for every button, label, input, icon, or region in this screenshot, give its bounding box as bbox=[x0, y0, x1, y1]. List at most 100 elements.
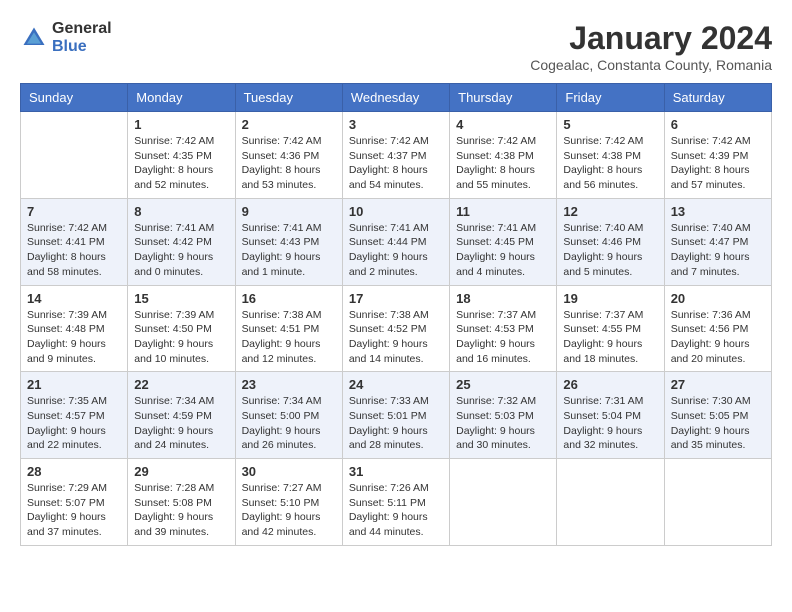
week-row-3: 14 Sunrise: 7:39 AMSunset: 4:48 PMDayligh… bbox=[21, 285, 772, 372]
day-detail: Sunrise: 7:38 AMSunset: 4:51 PMDaylight:… bbox=[242, 308, 336, 367]
day-detail: Sunrise: 7:42 AMSunset: 4:38 PMDaylight:… bbox=[563, 134, 657, 193]
day-cell: 29Sunrise: 7:28 AMSunset: 5:08 PMDayligh… bbox=[128, 459, 235, 546]
location-subtitle: Cogealac, Constanta County, Romania bbox=[530, 57, 772, 73]
day-cell: 17Sunrise: 7:38 AMSunset: 4:52 PMDayligh… bbox=[342, 285, 449, 372]
logo-icon bbox=[20, 24, 48, 52]
day-detail: Sunrise: 7:41 AMSunset: 4:43 PMDaylight:… bbox=[242, 221, 336, 280]
day-detail: Sunrise: 7:36 AMSunset: 4:56 PMDaylight:… bbox=[671, 308, 765, 367]
day-detail: Sunrise: 7:42 AMSunset: 4:38 PMDaylight:… bbox=[456, 134, 550, 193]
day-cell: 4 Sunrise: 7:42 AMSunset: 4:38 PMDaylight… bbox=[450, 112, 557, 199]
day-cell: 1 Sunrise: 7:42 AMSunset: 4:35 PMDaylight… bbox=[128, 112, 235, 199]
day-cell: 25Sunrise: 7:32 AMSunset: 5:03 PMDayligh… bbox=[450, 372, 557, 459]
day-cell: 5 Sunrise: 7:42 AMSunset: 4:38 PMDaylight… bbox=[557, 112, 664, 199]
day-cell: 2 Sunrise: 7:42 AMSunset: 4:36 PMDaylight… bbox=[235, 112, 342, 199]
day-cell: 13 Sunrise: 7:40 AMSunset: 4:47 PMDayligh… bbox=[664, 198, 771, 285]
day-cell: 8 Sunrise: 7:41 AMSunset: 4:42 PMDaylight… bbox=[128, 198, 235, 285]
day-cell: 20 Sunrise: 7:36 AMSunset: 4:56 PMDayligh… bbox=[664, 285, 771, 372]
day-cell: 14 Sunrise: 7:39 AMSunset: 4:48 PMDayligh… bbox=[21, 285, 128, 372]
day-number: 6 bbox=[671, 117, 765, 132]
title-area: January 2024 Cogealac, Constanta County,… bbox=[530, 20, 772, 73]
col-saturday: Saturday bbox=[664, 84, 771, 112]
day-detail: Sunrise: 7:42 AMSunset: 4:39 PMDaylight:… bbox=[671, 134, 765, 193]
day-detail: Sunrise: 7:34 AMSunset: 4:59 PMDaylight:… bbox=[134, 394, 228, 453]
day-number: 26 bbox=[563, 377, 657, 392]
day-number: 28 bbox=[27, 464, 121, 479]
day-number: 2 bbox=[242, 117, 336, 132]
day-detail: Sunrise: 7:37 AMSunset: 4:55 PMDaylight:… bbox=[563, 308, 657, 367]
day-cell: 6 Sunrise: 7:42 AMSunset: 4:39 PMDaylight… bbox=[664, 112, 771, 199]
day-cell bbox=[557, 459, 664, 546]
day-detail: Sunrise: 7:26 AMSunset: 5:11 PMDaylight:… bbox=[349, 481, 443, 540]
day-detail: Sunrise: 7:28 AMSunset: 5:08 PMDaylight:… bbox=[134, 481, 228, 540]
day-detail: Sunrise: 7:39 AMSunset: 4:50 PMDaylight:… bbox=[134, 308, 228, 367]
day-cell bbox=[21, 112, 128, 199]
day-number: 22 bbox=[134, 377, 228, 392]
day-detail: Sunrise: 7:42 AMSunset: 4:37 PMDaylight:… bbox=[349, 134, 443, 193]
day-number: 17 bbox=[349, 291, 443, 306]
calendar-table: Sunday Monday Tuesday Wednesday Thursday… bbox=[20, 83, 772, 546]
col-thursday: Thursday bbox=[450, 84, 557, 112]
calendar-header-row: Sunday Monday Tuesday Wednesday Thursday… bbox=[21, 84, 772, 112]
day-number: 3 bbox=[349, 117, 443, 132]
logo-text: General Blue bbox=[52, 20, 112, 56]
day-number: 14 bbox=[27, 291, 121, 306]
day-number: 4 bbox=[456, 117, 550, 132]
col-monday: Monday bbox=[128, 84, 235, 112]
day-cell: 30 Sunrise: 7:27 AMSunset: 5:10 PMDayligh… bbox=[235, 459, 342, 546]
day-cell: 11 Sunrise: 7:41 AMSunset: 4:45 PMDayligh… bbox=[450, 198, 557, 285]
day-cell: 15Sunrise: 7:39 AMSunset: 4:50 PMDayligh… bbox=[128, 285, 235, 372]
day-detail: Sunrise: 7:29 AMSunset: 5:07 PMDaylight:… bbox=[27, 481, 121, 540]
week-row-2: 7 Sunrise: 7:42 AMSunset: 4:41 PMDaylight… bbox=[21, 198, 772, 285]
day-cell: 9Sunrise: 7:41 AMSunset: 4:43 PMDaylight… bbox=[235, 198, 342, 285]
day-number: 30 bbox=[242, 464, 336, 479]
day-detail: Sunrise: 7:40 AMSunset: 4:47 PMDaylight:… bbox=[671, 221, 765, 280]
day-cell: 3 Sunrise: 7:42 AMSunset: 4:37 PMDaylight… bbox=[342, 112, 449, 199]
day-detail: Sunrise: 7:31 AMSunset: 5:04 PMDaylight:… bbox=[563, 394, 657, 453]
day-cell: 7 Sunrise: 7:42 AMSunset: 4:41 PMDaylight… bbox=[21, 198, 128, 285]
day-cell: 27 Sunrise: 7:30 AMSunset: 5:05 PMDayligh… bbox=[664, 372, 771, 459]
day-number: 16 bbox=[242, 291, 336, 306]
logo-blue: Blue bbox=[52, 38, 112, 56]
logo-general: General bbox=[52, 20, 112, 38]
day-number: 11 bbox=[456, 204, 550, 219]
day-detail: Sunrise: 7:42 AMSunset: 4:41 PMDaylight:… bbox=[27, 221, 121, 280]
day-detail: Sunrise: 7:39 AMSunset: 4:48 PMDaylight:… bbox=[27, 308, 121, 367]
col-sunday: Sunday bbox=[21, 84, 128, 112]
day-number: 13 bbox=[671, 204, 765, 219]
col-tuesday: Tuesday bbox=[235, 84, 342, 112]
day-cell: 16 Sunrise: 7:38 AMSunset: 4:51 PMDayligh… bbox=[235, 285, 342, 372]
day-number: 10 bbox=[349, 204, 443, 219]
day-number: 1 bbox=[134, 117, 228, 132]
day-cell: 22 Sunrise: 7:34 AMSunset: 4:59 PMDayligh… bbox=[128, 372, 235, 459]
day-detail: Sunrise: 7:35 AMSunset: 4:57 PMDaylight:… bbox=[27, 394, 121, 453]
day-cell: 31 Sunrise: 7:26 AMSunset: 5:11 PMDayligh… bbox=[342, 459, 449, 546]
col-wednesday: Wednesday bbox=[342, 84, 449, 112]
day-detail: Sunrise: 7:41 AMSunset: 4:42 PMDaylight:… bbox=[134, 221, 228, 280]
day-cell bbox=[450, 459, 557, 546]
day-detail: Sunrise: 7:40 AMSunset: 4:46 PMDaylight:… bbox=[563, 221, 657, 280]
day-cell: 10Sunrise: 7:41 AMSunset: 4:44 PMDayligh… bbox=[342, 198, 449, 285]
day-number: 27 bbox=[671, 377, 765, 392]
day-number: 19 bbox=[563, 291, 657, 306]
day-number: 21 bbox=[27, 377, 121, 392]
day-detail: Sunrise: 7:42 AMSunset: 4:35 PMDaylight:… bbox=[134, 134, 228, 193]
day-number: 8 bbox=[134, 204, 228, 219]
day-cell: 24 Sunrise: 7:33 AMSunset: 5:01 PMDayligh… bbox=[342, 372, 449, 459]
day-number: 12 bbox=[563, 204, 657, 219]
day-number: 20 bbox=[671, 291, 765, 306]
day-cell: 28 Sunrise: 7:29 AMSunset: 5:07 PMDayligh… bbox=[21, 459, 128, 546]
day-number: 7 bbox=[27, 204, 121, 219]
day-detail: Sunrise: 7:27 AMSunset: 5:10 PMDaylight:… bbox=[242, 481, 336, 540]
day-cell: 23Sunrise: 7:34 AMSunset: 5:00 PMDayligh… bbox=[235, 372, 342, 459]
header: General Blue January 2024 Cogealac, Cons… bbox=[20, 20, 772, 73]
day-detail: Sunrise: 7:33 AMSunset: 5:01 PMDaylight:… bbox=[349, 394, 443, 453]
day-number: 23 bbox=[242, 377, 336, 392]
day-number: 31 bbox=[349, 464, 443, 479]
col-friday: Friday bbox=[557, 84, 664, 112]
day-detail: Sunrise: 7:30 AMSunset: 5:05 PMDaylight:… bbox=[671, 394, 765, 453]
day-cell: 18Sunrise: 7:37 AMSunset: 4:53 PMDayligh… bbox=[450, 285, 557, 372]
day-detail: Sunrise: 7:41 AMSunset: 4:45 PMDaylight:… bbox=[456, 221, 550, 280]
day-number: 24 bbox=[349, 377, 443, 392]
day-number: 5 bbox=[563, 117, 657, 132]
day-detail: Sunrise: 7:42 AMSunset: 4:36 PMDaylight:… bbox=[242, 134, 336, 193]
